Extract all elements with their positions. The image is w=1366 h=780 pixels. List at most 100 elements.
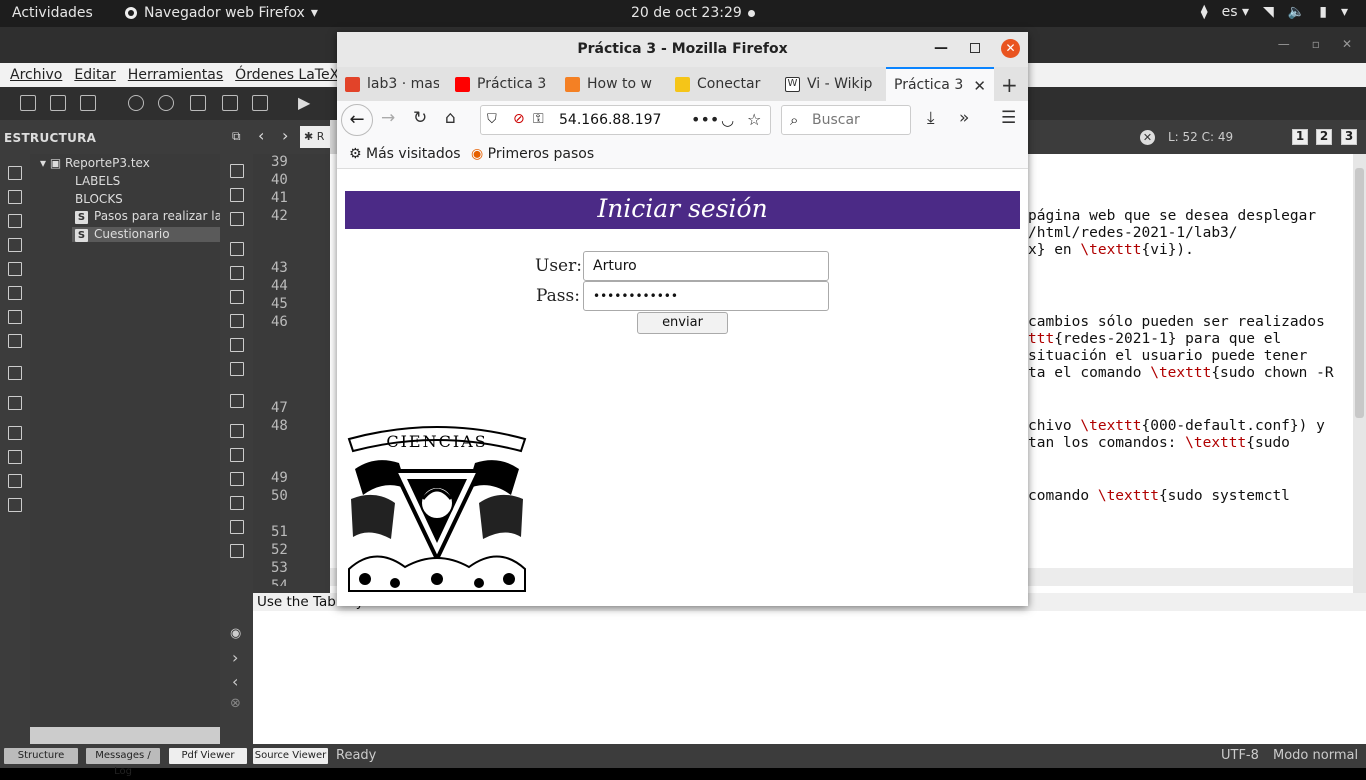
view-3-button[interactable]: 3 xyxy=(1341,129,1357,145)
volume-icon[interactable]: 🔈 xyxy=(1288,4,1305,20)
chevron-down-icon[interactable]: ▾ xyxy=(1341,4,1348,20)
bold-icon[interactable] xyxy=(230,242,244,256)
chevron-left-icon[interactable]: ‹ xyxy=(232,672,238,691)
newline-icon[interactable] xyxy=(230,394,244,408)
search-box[interactable]: ⌕ Buscar xyxy=(781,105,911,135)
menu-editar[interactable]: Editar xyxy=(74,67,115,83)
symbol-category-icon[interactable] xyxy=(8,450,22,464)
password-input[interactable]: •••••••••••• xyxy=(583,281,829,311)
align-center-icon[interactable] xyxy=(230,338,244,352)
dropbox-icon[interactable]: ⧫ xyxy=(1201,4,1208,20)
battery-icon[interactable]: ▮ xyxy=(1319,4,1327,20)
back-arrow-icon[interactable]: ← xyxy=(341,104,373,136)
view-1-button[interactable]: 1 xyxy=(1292,129,1308,145)
tab-practica-youtube[interactable]: Práctica 3 xyxy=(447,67,547,101)
minimize-icon[interactable]: — xyxy=(1278,37,1290,51)
save-icon[interactable] xyxy=(80,95,96,111)
tab-lab3[interactable]: lab3 · mas xyxy=(337,67,439,101)
bookmark-mas-visitados[interactable]: ⚙ Más visitados xyxy=(349,146,461,162)
compile-play-icon[interactable]: ▶ xyxy=(298,93,310,112)
activities-button[interactable]: Actividades xyxy=(12,5,93,21)
close-tab-icon[interactable]: ✕ xyxy=(973,77,986,95)
chevron-right-icon[interactable]: › xyxy=(232,648,238,667)
pocket-icon[interactable]: ◡ xyxy=(721,111,734,129)
scrollbar-thumb[interactable] xyxy=(1355,168,1364,418)
tool-icon[interactable] xyxy=(230,290,244,304)
menu-ordenes-latex[interactable]: Órdenes LaTeX xyxy=(235,67,339,83)
symbol-category-icon[interactable] xyxy=(8,166,22,180)
close-editor-icon[interactable]: ✕ xyxy=(1140,130,1155,145)
symbol-category-icon[interactable] xyxy=(8,310,22,324)
structure-toggle-button[interactable]: Structure xyxy=(4,748,78,764)
menu-herramientas[interactable]: Herramientas xyxy=(128,67,223,83)
close-icon[interactable]: ✕ xyxy=(1001,39,1020,58)
view-2-button[interactable]: 2 xyxy=(1316,129,1332,145)
bookmark-primeros-pasos[interactable]: ◉ Primeros pasos xyxy=(471,146,594,162)
symbol-category-icon[interactable] xyxy=(8,396,22,410)
redo-icon[interactable] xyxy=(158,95,174,111)
symbol-category-icon[interactable] xyxy=(8,498,22,512)
tool-icon[interactable] xyxy=(230,164,244,178)
new-tab-icon[interactable]: + xyxy=(1001,73,1018,97)
float-panel-icon[interactable]: ⧉ xyxy=(232,129,241,144)
messages-log-toggle-button[interactable]: Messages / Log xyxy=(86,748,160,777)
menu-archivo[interactable]: Archivo xyxy=(10,67,62,83)
app-menu[interactable]: Navegador web Firefox ▾ xyxy=(124,5,318,21)
symbol-category-icon[interactable] xyxy=(8,214,22,228)
math-icon[interactable] xyxy=(230,424,244,438)
system-tray[interactable]: ⧫ es ▾ ◥ 🔈 ▮ ▾ xyxy=(1201,4,1348,20)
minimize-icon[interactable]: — xyxy=(934,40,948,56)
symbol-category-icon[interactable] xyxy=(8,474,22,488)
copy-icon[interactable] xyxy=(190,95,206,111)
page-actions-icon[interactable]: ••• xyxy=(691,110,719,129)
key-icon[interactable]: ⚿ xyxy=(533,111,544,127)
shield-icon[interactable]: ⛉ xyxy=(487,112,497,127)
sqrt-icon[interactable] xyxy=(230,544,244,558)
eye-icon[interactable]: ◉ xyxy=(230,626,241,641)
tree-item-file[interactable]: ▾ ▣ ReporteP3.tex xyxy=(40,156,150,170)
symbol-category-icon[interactable] xyxy=(8,366,22,380)
insecure-lock-icon[interactable]: ⊘ xyxy=(513,111,525,127)
url-text[interactable]: 54.166.88.197 xyxy=(559,112,661,128)
tree-item-blocks[interactable]: BLOCKS xyxy=(75,192,123,206)
overflow-chevron-icon[interactable]: » xyxy=(959,108,969,128)
symbol-category-icon[interactable] xyxy=(8,334,22,348)
wifi-icon[interactable]: ◥ xyxy=(1263,4,1274,20)
forward-arrow-icon[interactable]: → xyxy=(381,108,395,128)
hamburger-menu-icon[interactable]: ☰ xyxy=(1001,108,1016,128)
tree-item-labels[interactable]: LABELS xyxy=(75,174,120,188)
tab-vi-wikipedia[interactable]: W Vi - Wikip xyxy=(777,67,877,101)
dfrac-icon[interactable] xyxy=(230,520,244,534)
paste-icon[interactable] xyxy=(252,95,268,111)
chevron-right-icon[interactable]: › xyxy=(282,126,288,145)
tree-item-section-selected[interactable]: S Cuestionario xyxy=(72,227,220,242)
clock[interactable]: 20 de oct 23:29 xyxy=(631,5,742,21)
maximize-icon[interactable]: ▫ xyxy=(1312,37,1320,51)
editor-tab-reportep3[interactable]: ✱ R xyxy=(300,126,330,148)
italic-icon[interactable] xyxy=(230,266,244,280)
subscript-icon[interactable] xyxy=(230,448,244,462)
user-input[interactable]: Arturo xyxy=(583,251,829,281)
url-bar[interactable]: ⛉ ⊘ ⚿ 54.166.88.197 ••• ◡ ☆ xyxy=(480,105,771,135)
fraction-icon[interactable] xyxy=(230,496,244,510)
pdf-viewer-toggle-button[interactable]: Pdf Viewer xyxy=(169,748,247,764)
symbol-category-icon[interactable] xyxy=(8,286,22,300)
chevron-left-icon[interactable]: ‹ xyxy=(258,126,264,145)
cut-icon[interactable] xyxy=(222,95,238,111)
home-icon[interactable]: ⌂ xyxy=(445,108,456,128)
maximize-icon[interactable] xyxy=(970,43,980,53)
stop-icon[interactable]: ⊗ xyxy=(230,696,241,711)
symbol-category-icon[interactable] xyxy=(8,190,22,204)
download-icon[interactable]: ⤓ xyxy=(927,108,935,128)
align-left-icon[interactable] xyxy=(230,314,244,328)
open-folder-icon[interactable] xyxy=(50,95,66,111)
tree-item-section[interactable]: S Pasos para realizar la xyxy=(75,209,220,224)
bookmark-star-icon[interactable]: ☆ xyxy=(747,110,761,129)
symbol-category-icon[interactable] xyxy=(8,262,22,276)
language-indicator[interactable]: es ▾ xyxy=(1222,4,1249,20)
new-file-icon[interactable] xyxy=(20,95,36,111)
ref-icon[interactable] xyxy=(230,188,244,202)
close-icon[interactable]: ✕ xyxy=(1342,37,1352,51)
tool-icon[interactable] xyxy=(230,212,244,226)
symbol-category-icon[interactable] xyxy=(8,426,22,440)
